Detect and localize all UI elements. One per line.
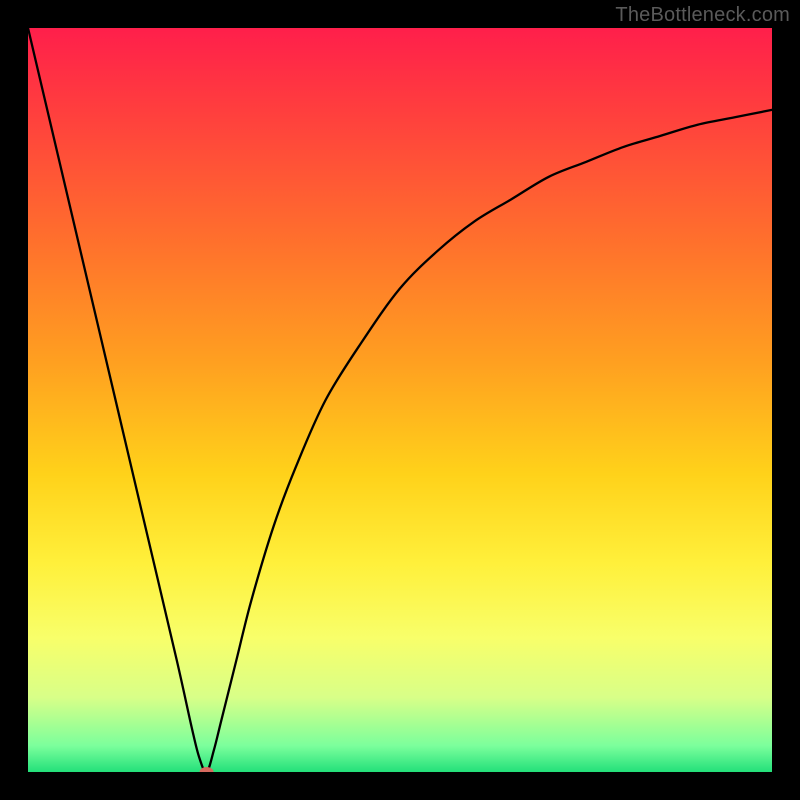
chart-frame: TheBottleneck.com	[0, 0, 800, 800]
gradient-background	[28, 28, 772, 772]
plot-area	[28, 28, 772, 772]
watermark-label: TheBottleneck.com	[615, 4, 790, 27]
chart-svg	[28, 28, 772, 772]
